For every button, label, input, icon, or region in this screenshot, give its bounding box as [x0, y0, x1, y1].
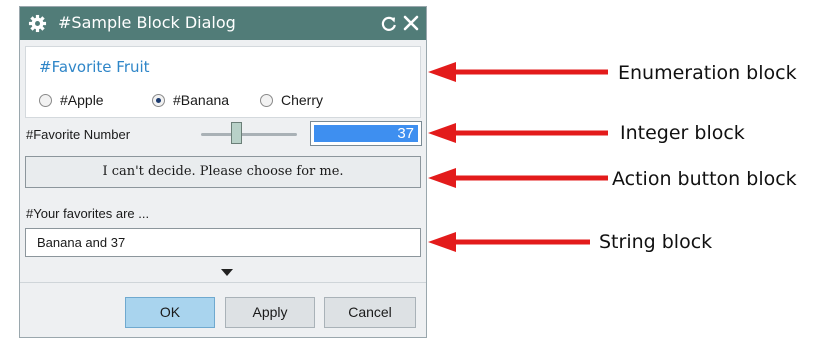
- your-favorites-label: #Your favorites are ...: [26, 206, 150, 221]
- enumeration-block-label: Enumeration block: [618, 62, 797, 84]
- string-block-label: String block: [599, 231, 713, 253]
- arrow-icon: [428, 168, 608, 188]
- cancel-button[interactable]: Cancel: [324, 297, 416, 328]
- integer-block-label: Integer block: [620, 122, 745, 144]
- arrow-icon: [428, 62, 608, 82]
- radio-option-apple[interactable]: #Apple: [39, 91, 104, 109]
- gear-icon[interactable]: [28, 14, 47, 33]
- number-slider-track[interactable]: [201, 133, 297, 136]
- sample-block-dialog: #Sample Block Dialog #Favorite Fruit #Ap…: [19, 6, 427, 338]
- action-button-block-label: Action button block: [612, 168, 797, 190]
- radio-label: #Apple: [60, 92, 104, 108]
- dialog-title: #Sample Block Dialog: [58, 13, 236, 32]
- radio-label: Cherry: [281, 92, 324, 108]
- enumeration-group: #Favorite Fruit #Apple #Banana Cherry: [25, 46, 421, 118]
- radio-button[interactable]: [260, 93, 273, 107]
- favorite-number-input[interactable]: 37: [310, 121, 422, 146]
- radio-button[interactable]: [39, 93, 52, 107]
- favorite-number-label: #Favorite Number: [26, 127, 131, 142]
- divider: [20, 282, 426, 283]
- title-bar: #Sample Block Dialog: [20, 7, 426, 40]
- your-favorites-field[interactable]: Banana and 37: [25, 228, 421, 257]
- radio-option-banana[interactable]: #Banana: [152, 91, 229, 109]
- expand-more-icon[interactable]: [221, 269, 233, 276]
- reset-icon[interactable]: [380, 15, 398, 33]
- close-icon[interactable]: [403, 15, 419, 31]
- apply-button[interactable]: Apply: [225, 297, 315, 328]
- choose-for-me-button[interactable]: I can't decide. Please choose for me.: [25, 156, 421, 188]
- number-slider-thumb[interactable]: [231, 122, 242, 144]
- radio-option-cherry[interactable]: Cherry: [260, 91, 323, 109]
- radio-label: #Banana: [173, 92, 230, 108]
- favorite-number-value: 37: [314, 125, 418, 142]
- arrow-icon: [428, 232, 590, 252]
- arrow-icon: [428, 123, 608, 143]
- favorite-fruit-title: #Favorite Fruit: [39, 58, 150, 76]
- ok-button[interactable]: OK: [125, 297, 215, 328]
- radio-button-selected[interactable]: [152, 93, 165, 107]
